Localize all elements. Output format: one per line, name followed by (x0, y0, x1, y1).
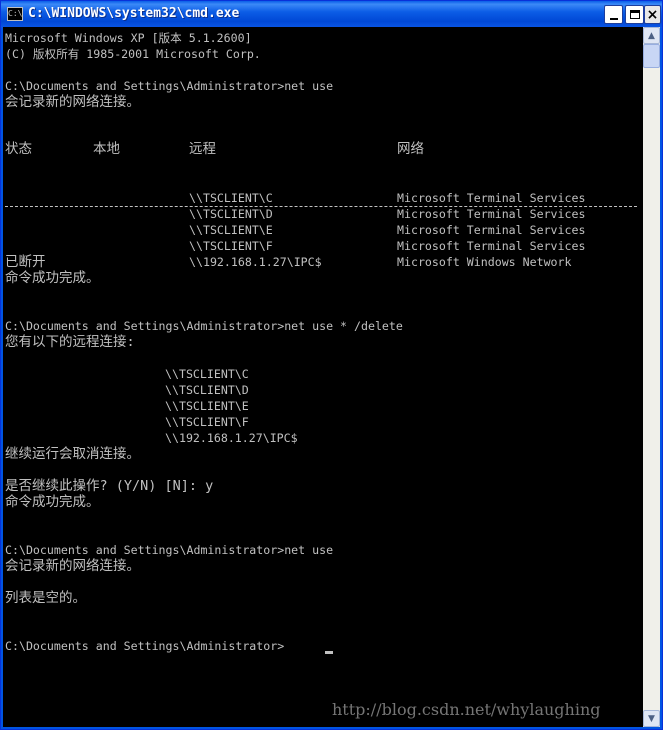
delete-list-item: \\TSCLIENT\C (165, 367, 249, 381)
console-line: 是否继续此操作? (Y/N) [N]: y (5, 478, 214, 494)
remote-path: \\TSCLIENT\D (189, 207, 273, 221)
remote-path: \\192.168.1.27\IPC$ (189, 255, 322, 269)
console-line: 您有以下的远程连接: (5, 334, 135, 350)
network-name: Microsoft Terminal Services (397, 207, 586, 221)
table-row: \\TSCLIENT\F Microsoft Terminal Services (5, 238, 637, 254)
console-line: 命令成功完成。 (5, 494, 100, 510)
arrow-up-icon: ▲ (648, 30, 655, 41)
table-row: \\TSCLIENT\D Microsoft Terminal Services (5, 206, 637, 222)
delete-list-item: \\192.168.1.27\IPC$ (165, 431, 298, 445)
console-line: 会记录新的网络连接。 (5, 558, 140, 574)
network-name: Microsoft Windows Network (397, 255, 572, 269)
console-output[interactable]: Microsoft Windows XP [版本 5.1.2600] (C) 版… (3, 27, 643, 727)
remote-path: \\TSCLIENT\C (189, 191, 273, 205)
arrow-down-icon: ▼ (648, 713, 655, 724)
window-title: C:\WINDOWS\system32\cmd.exe (28, 6, 240, 21)
console-prompt[interactable]: C:\Documents and Settings\Administrator> (5, 638, 284, 654)
table-row: 已断开 \\192.168.1.27\IPC$ Microsoft Window… (5, 254, 637, 270)
table-row: \\TSCLIENT\E Microsoft Terminal Services (5, 222, 637, 238)
table-header-network: 网络 (397, 141, 424, 157)
status-disconnected: 已断开 (5, 254, 46, 270)
minimize-icon (609, 18, 618, 20)
console-line: 继续运行会取消连接。 (5, 446, 140, 462)
console-line: 会记录新的网络连接。 (5, 94, 140, 110)
delete-list-item: \\TSCLIENT\F (165, 415, 249, 429)
table-header-row: 状态 本地 远程 网络 (5, 141, 637, 157)
network-name: Microsoft Terminal Services (397, 223, 586, 237)
maximize-icon (629, 10, 640, 19)
console-line: (C) 版权所有 1985-2001 Microsoft Corp. (5, 47, 261, 61)
watermark: http://blog.csdn.net/whylaughing (332, 700, 601, 719)
console-line: 列表是空的。 (5, 590, 86, 606)
remote-path: \\TSCLIENT\F (189, 239, 273, 253)
scroll-thumb[interactable] (643, 44, 660, 68)
vertical-scrollbar[interactable]: ▲ ▼ (643, 27, 660, 727)
network-name: Microsoft Terminal Services (397, 191, 586, 205)
delete-list-item: \\TSCLIENT\D (165, 383, 249, 397)
cmd-icon[interactable]: C:\ (7, 7, 23, 21)
scroll-down-button[interactable]: ▼ (643, 710, 660, 727)
table-header-remote: 远程 (189, 141, 216, 157)
network-name: Microsoft Terminal Services (397, 239, 586, 253)
maximize-button[interactable] (625, 5, 644, 24)
console-line: C:\Documents and Settings\Administrator>… (5, 543, 334, 557)
table-row: \\TSCLIENT\C Microsoft Terminal Services (5, 190, 637, 206)
title-bar[interactable]: C:\ C:\WINDOWS\system32\cmd.exe × (1, 1, 662, 28)
scroll-up-button[interactable]: ▲ (643, 27, 660, 44)
text-cursor (325, 651, 333, 654)
table-header-status: 状态 (5, 141, 32, 157)
minimize-button[interactable] (604, 5, 623, 24)
close-button[interactable]: × (644, 5, 661, 24)
close-icon: × (646, 6, 659, 23)
console-line: C:\Documents and Settings\Administrator>… (5, 319, 403, 333)
remote-path: \\TSCLIENT\E (189, 223, 273, 237)
table-header-local: 本地 (93, 141, 120, 157)
console-line: 命令成功完成。 (5, 270, 100, 286)
console-line: Microsoft Windows XP [版本 5.1.2600] (5, 31, 252, 45)
delete-list-item: \\TSCLIENT\E (165, 399, 249, 413)
console-line: C:\Documents and Settings\Administrator>… (5, 79, 334, 93)
